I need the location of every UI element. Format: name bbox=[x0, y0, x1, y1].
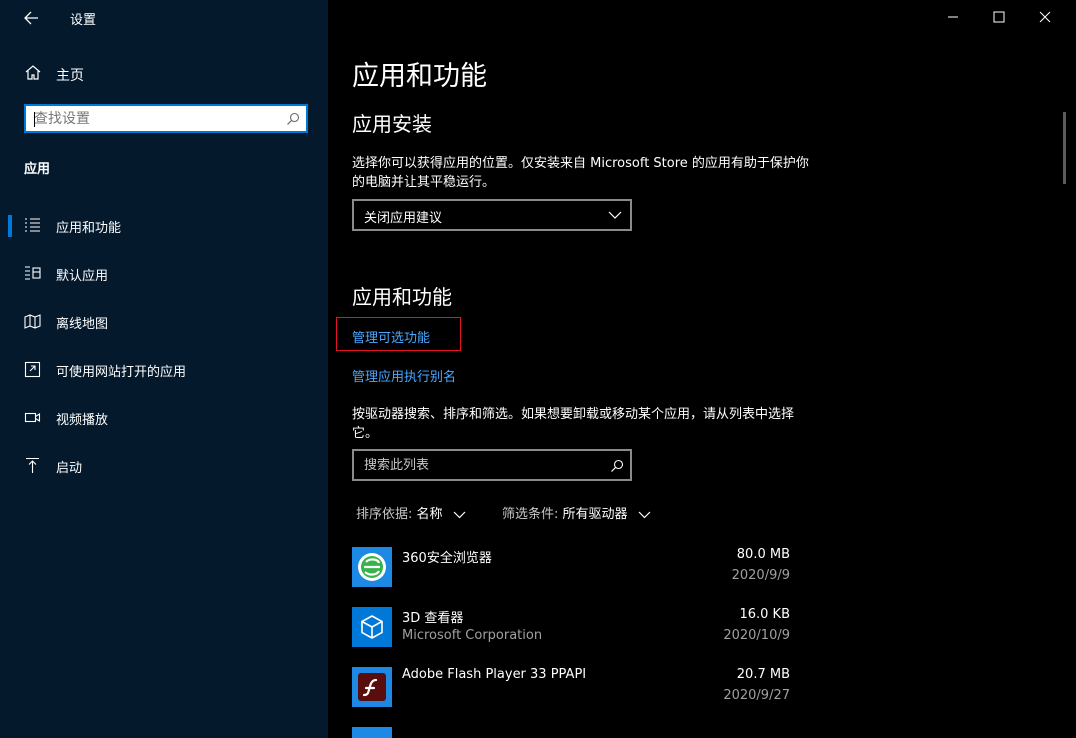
app-publisher: Microsoft Corporation bbox=[402, 628, 543, 643]
minimize-icon bbox=[948, 16, 958, 18]
app-list-search-box[interactable] bbox=[352, 449, 632, 481]
flash-player-icon bbox=[352, 667, 392, 707]
search-icon bbox=[287, 112, 300, 125]
filter-by-value: 所有驱动器 bbox=[562, 507, 628, 522]
default-apps-icon bbox=[25, 266, 41, 280]
app-name: 3D 查看器 bbox=[402, 611, 464, 626]
app-size: 16.0 KB bbox=[739, 607, 790, 622]
app-install-date: 2020/9/27 bbox=[723, 688, 790, 703]
close-icon bbox=[1039, 11, 1051, 23]
sort-by-dropdown[interactable]: 排序依据: 名称 bbox=[356, 503, 466, 522]
sidebar-item-default-apps[interactable]: 默认应用 bbox=[0, 255, 328, 293]
3d-viewer-icon bbox=[352, 607, 392, 647]
close-button[interactable] bbox=[1022, 0, 1068, 34]
sidebar-item-label: 应用和功能 bbox=[56, 221, 122, 236]
back-arrow-icon bbox=[24, 11, 38, 25]
app-install-date: 2020/10/9 bbox=[723, 628, 790, 643]
sidebar-item-apps-features[interactable]: 应用和功能 bbox=[0, 207, 328, 245]
filter-by-drive-dropdown[interactable]: 筛选条件: 所有驱动器 bbox=[502, 503, 651, 522]
sidebar-home[interactable]: 主页 bbox=[24, 62, 304, 88]
text-caret bbox=[34, 112, 35, 127]
app-install-source-dropdown[interactable]: 关闭应用建议 bbox=[352, 199, 632, 231]
filter-by-label: 筛选条件: bbox=[502, 507, 559, 522]
minimize-button[interactable] bbox=[930, 0, 976, 34]
sidebar-home-label: 主页 bbox=[56, 68, 84, 84]
sidebar-item-startup[interactable]: 启动 bbox=[0, 447, 328, 485]
sort-by-label: 排序依据: bbox=[356, 507, 413, 522]
app-name: Adobe Flash Player 33 PPAPI bbox=[402, 667, 587, 682]
app-size: 20.7 MB bbox=[736, 667, 790, 682]
sidebar-item-video-playback[interactable]: 视频播放 bbox=[0, 399, 328, 437]
360-browser-icon bbox=[352, 547, 392, 587]
settings-search-input[interactable] bbox=[34, 109, 274, 129]
manage-optional-features-label: 管理可选功能 bbox=[352, 331, 431, 346]
manage-optional-features-link[interactable]: 管理可选功能 bbox=[336, 317, 461, 351]
sidebar-item-label: 启动 bbox=[56, 461, 83, 476]
back-button[interactable] bbox=[14, 6, 50, 30]
app-list-item[interactable]: Adobe Flash Player 33 PPAPI 20.7 MB 2020… bbox=[352, 667, 792, 723]
apps-section-heading: 应用和功能 bbox=[352, 285, 452, 309]
sidebar-item-apps-for-websites[interactable]: 可使用网站打开的应用 bbox=[0, 351, 328, 389]
sidebar-item-label: 离线地图 bbox=[56, 317, 109, 332]
settings-search-box[interactable] bbox=[24, 104, 308, 133]
sidebar-item-label: 可使用网站打开的应用 bbox=[56, 365, 187, 380]
app-list-item[interactable]: 360安全浏览器 80.0 MB 2020/9/9 bbox=[352, 547, 792, 603]
chevron-down-icon bbox=[608, 211, 622, 219]
install-section-description: 选择你可以获得应用的位置。仅安装来自 Microsoft Store 的应用有助… bbox=[352, 156, 809, 190]
sidebar-section-heading: 应用 bbox=[24, 162, 51, 177]
page-title: 应用和功能 bbox=[352, 61, 487, 92]
chevron-down-icon bbox=[453, 511, 466, 519]
home-icon bbox=[25, 65, 41, 80]
chevron-down-icon bbox=[638, 511, 651, 519]
install-section-heading: 应用安装 bbox=[352, 112, 432, 136]
maximize-icon bbox=[993, 11, 1005, 23]
selection-indicator bbox=[8, 215, 12, 237]
apps-for-websites-icon bbox=[24, 361, 41, 378]
app-list-description: 按驱动器搜索、排序和筛选。如果想要卸载或移动某个应用，请从列表中选择它。 bbox=[352, 407, 795, 441]
offline-maps-icon bbox=[24, 314, 41, 329]
sidebar: 设置 主页 应用 应用和功能 bbox=[0, 0, 328, 738]
apps-list-icon bbox=[25, 218, 40, 232]
app-list-item-partial[interactable] bbox=[352, 727, 392, 738]
sidebar-item-offline-maps[interactable]: 离线地图 bbox=[0, 303, 328, 341]
dropdown-selected-value: 关闭应用建议 bbox=[364, 211, 443, 226]
app-install-date: 2020/9/9 bbox=[731, 568, 790, 583]
manage-app-execution-alias-link[interactable]: 管理应用执行别名 bbox=[352, 366, 456, 385]
app-title: 设置 bbox=[70, 13, 97, 28]
search-icon bbox=[611, 459, 624, 472]
app-name: 360安全浏览器 bbox=[402, 551, 492, 566]
startup-icon bbox=[26, 457, 39, 473]
scrollbar-thumb[interactable] bbox=[1063, 112, 1066, 184]
app-list-search-input[interactable] bbox=[364, 456, 594, 474]
sidebar-item-label: 默认应用 bbox=[56, 269, 109, 284]
video-playback-icon bbox=[24, 412, 41, 423]
app-size: 80.0 MB bbox=[736, 547, 790, 562]
app-list-item[interactable]: 3D 查看器 Microsoft Corporation 16.0 KB 202… bbox=[352, 607, 792, 663]
maximize-button[interactable] bbox=[976, 0, 1022, 34]
sort-by-value: 名称 bbox=[416, 507, 443, 522]
sidebar-item-label: 视频播放 bbox=[56, 413, 109, 428]
